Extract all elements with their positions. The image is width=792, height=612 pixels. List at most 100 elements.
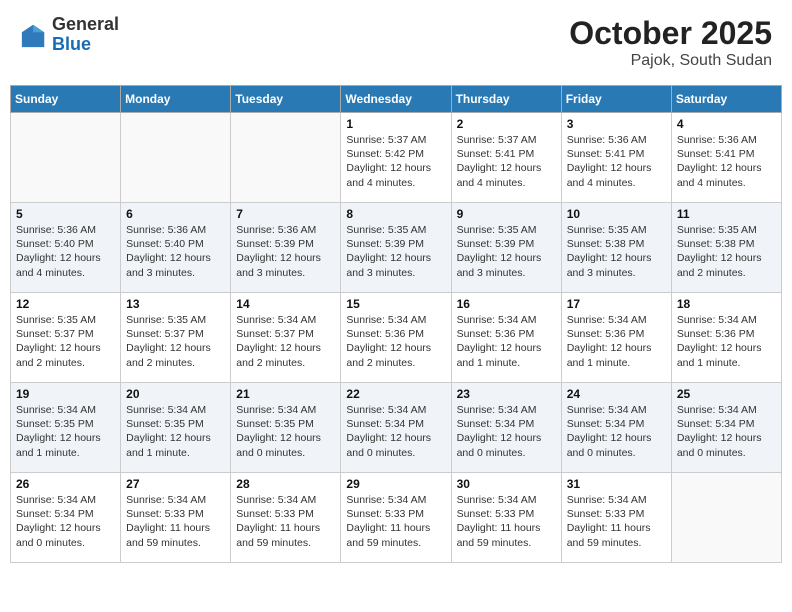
day-number: 3 <box>567 117 666 131</box>
day-number: 14 <box>236 297 335 311</box>
day-number: 18 <box>677 297 776 311</box>
day-info: Sunrise: 5:36 AM Sunset: 5:40 PM Dayligh… <box>16 223 115 280</box>
logo: General Blue <box>20 15 119 55</box>
day-number: 1 <box>346 117 445 131</box>
day-info: Sunrise: 5:35 AM Sunset: 5:38 PM Dayligh… <box>677 223 776 280</box>
day-info: Sunrise: 5:34 AM Sunset: 5:33 PM Dayligh… <box>236 493 335 550</box>
calendar-cell: 22 Sunrise: 5:34 AM Sunset: 5:34 PM Dayli… <box>341 383 451 473</box>
calendar-cell: 19Sunrise: 5:34 AM Sunset: 5:35 PM Dayli… <box>11 383 121 473</box>
calendar-cell: 10 Sunrise: 5:35 AM Sunset: 5:38 PM Dayli… <box>561 203 671 293</box>
calendar-cell: 12 Sunrise: 5:35 AM Sunset: 5:37 PM Dayli… <box>11 293 121 383</box>
calendar-cell: 31 Sunrise: 5:34 AM Sunset: 5:33 PM Dayli… <box>561 473 671 563</box>
calendar-cell: 16 Sunrise: 5:34 AM Sunset: 5:36 PM Dayli… <box>451 293 561 383</box>
calendar-cell: 18Sunrise: 5:34 AM Sunset: 5:36 PM Dayli… <box>671 293 781 383</box>
calendar-week-5: 26 Sunrise: 5:34 AM Sunset: 5:34 PM Dayli… <box>11 473 782 563</box>
calendar-cell: 28Sunrise: 5:34 AM Sunset: 5:33 PM Dayli… <box>231 473 341 563</box>
calendar-week-3: 12 Sunrise: 5:35 AM Sunset: 5:37 PM Dayli… <box>11 293 782 383</box>
calendar-cell: 13Sunrise: 5:35 AM Sunset: 5:37 PM Dayli… <box>121 293 231 383</box>
day-number: 12 <box>16 297 115 311</box>
weekday-header-row: SundayMondayTuesdayWednesdayThursdayFrid… <box>11 86 782 113</box>
day-number: 4 <box>677 117 776 131</box>
day-number: 31 <box>567 477 666 491</box>
day-info: Sunrise: 5:35 AM Sunset: 5:39 PM Dayligh… <box>457 223 556 280</box>
calendar-cell: 20 Sunrise: 5:34 AM Sunset: 5:35 PM Dayli… <box>121 383 231 473</box>
calendar-week-2: 5Sunrise: 5:36 AM Sunset: 5:40 PM Daylig… <box>11 203 782 293</box>
calendar-cell: 7 Sunrise: 5:36 AM Sunset: 5:39 PM Daylig… <box>231 203 341 293</box>
day-info: Sunrise: 5:34 AM Sunset: 5:35 PM Dayligh… <box>16 403 115 460</box>
weekday-header-saturday: Saturday <box>671 86 781 113</box>
calendar-cell: 21 Sunrise: 5:34 AM Sunset: 5:35 PM Dayli… <box>231 383 341 473</box>
calendar-cell: 30Sunrise: 5:34 AM Sunset: 5:33 PM Dayli… <box>451 473 561 563</box>
calendar-cell: 6Sunrise: 5:36 AM Sunset: 5:40 PM Daylig… <box>121 203 231 293</box>
calendar-cell: 26 Sunrise: 5:34 AM Sunset: 5:34 PM Dayli… <box>11 473 121 563</box>
day-number: 15 <box>346 297 445 311</box>
day-number: 24 <box>567 387 666 401</box>
day-info: Sunrise: 5:37 AM Sunset: 5:41 PM Dayligh… <box>457 133 556 190</box>
calendar-cell: 2 Sunrise: 5:37 AM Sunset: 5:41 PM Daylig… <box>451 113 561 203</box>
day-number: 13 <box>126 297 225 311</box>
calendar-cell: 4 Sunrise: 5:36 AM Sunset: 5:41 PM Daylig… <box>671 113 781 203</box>
day-info: Sunrise: 5:36 AM Sunset: 5:41 PM Dayligh… <box>567 133 666 190</box>
day-number: 16 <box>457 297 556 311</box>
calendar-cell: 3 Sunrise: 5:36 AM Sunset: 5:41 PM Daylig… <box>561 113 671 203</box>
calendar-cell <box>121 113 231 203</box>
day-number: 21 <box>236 387 335 401</box>
day-info: Sunrise: 5:34 AM Sunset: 5:33 PM Dayligh… <box>346 493 445 550</box>
page-subtitle: Pajok, South Sudan <box>569 52 772 70</box>
logo-text: General Blue <box>52 15 119 55</box>
day-info: Sunrise: 5:36 AM Sunset: 5:41 PM Dayligh… <box>677 133 776 190</box>
day-info: Sunrise: 5:34 AM Sunset: 5:36 PM Dayligh… <box>457 313 556 370</box>
title-block: October 2025 Pajok, South Sudan <box>569 15 772 70</box>
day-info: Sunrise: 5:34 AM Sunset: 5:34 PM Dayligh… <box>346 403 445 460</box>
calendar-cell: 27Sunrise: 5:34 AM Sunset: 5:33 PM Dayli… <box>121 473 231 563</box>
calendar-cell: 11 Sunrise: 5:35 AM Sunset: 5:38 PM Dayli… <box>671 203 781 293</box>
day-number: 26 <box>16 477 115 491</box>
day-number: 25 <box>677 387 776 401</box>
day-number: 23 <box>457 387 556 401</box>
day-info: Sunrise: 5:34 AM Sunset: 5:34 PM Dayligh… <box>16 493 115 550</box>
day-info: Sunrise: 5:35 AM Sunset: 5:38 PM Dayligh… <box>567 223 666 280</box>
calendar-table: SundayMondayTuesdayWednesdayThursdayFrid… <box>10 85 782 563</box>
calendar-cell: 17Sunrise: 5:34 AM Sunset: 5:36 PM Dayli… <box>561 293 671 383</box>
day-number: 30 <box>457 477 556 491</box>
weekday-header-thursday: Thursday <box>451 86 561 113</box>
day-number: 6 <box>126 207 225 221</box>
calendar-cell: 24 Sunrise: 5:34 AM Sunset: 5:34 PM Dayli… <box>561 383 671 473</box>
day-number: 11 <box>677 207 776 221</box>
day-info: Sunrise: 5:34 AM Sunset: 5:34 PM Dayligh… <box>457 403 556 460</box>
calendar-cell: 25 Sunrise: 5:34 AM Sunset: 5:34 PM Dayli… <box>671 383 781 473</box>
day-info: Sunrise: 5:34 AM Sunset: 5:35 PM Dayligh… <box>236 403 335 460</box>
calendar-cell: 1Sunrise: 5:37 AM Sunset: 5:42 PM Daylig… <box>341 113 451 203</box>
calendar-week-4: 19Sunrise: 5:34 AM Sunset: 5:35 PM Dayli… <box>11 383 782 473</box>
weekday-header-wednesday: Wednesday <box>341 86 451 113</box>
weekday-header-tuesday: Tuesday <box>231 86 341 113</box>
calendar-week-1: 1Sunrise: 5:37 AM Sunset: 5:42 PM Daylig… <box>11 113 782 203</box>
day-info: Sunrise: 5:34 AM Sunset: 5:34 PM Dayligh… <box>677 403 776 460</box>
calendar-cell <box>671 473 781 563</box>
day-number: 29 <box>346 477 445 491</box>
day-info: Sunrise: 5:34 AM Sunset: 5:33 PM Dayligh… <box>567 493 666 550</box>
day-info: Sunrise: 5:36 AM Sunset: 5:39 PM Dayligh… <box>236 223 335 280</box>
calendar-cell: 5Sunrise: 5:36 AM Sunset: 5:40 PM Daylig… <box>11 203 121 293</box>
calendar-cell: 29 Sunrise: 5:34 AM Sunset: 5:33 PM Dayli… <box>341 473 451 563</box>
day-info: Sunrise: 5:35 AM Sunset: 5:39 PM Dayligh… <box>346 223 445 280</box>
day-number: 7 <box>236 207 335 221</box>
logo-general: General <box>52 15 119 35</box>
weekday-header-sunday: Sunday <box>11 86 121 113</box>
calendar-cell: 14Sunrise: 5:34 AM Sunset: 5:37 PM Dayli… <box>231 293 341 383</box>
day-number: 10 <box>567 207 666 221</box>
day-number: 20 <box>126 387 225 401</box>
day-number: 2 <box>457 117 556 131</box>
day-number: 8 <box>346 207 445 221</box>
day-info: Sunrise: 5:34 AM Sunset: 5:34 PM Dayligh… <box>567 403 666 460</box>
calendar-cell: 23 Sunrise: 5:34 AM Sunset: 5:34 PM Dayli… <box>451 383 561 473</box>
calendar-cell <box>231 113 341 203</box>
day-info: Sunrise: 5:34 AM Sunset: 5:35 PM Dayligh… <box>126 403 225 460</box>
calendar-cell: 8 Sunrise: 5:35 AM Sunset: 5:39 PM Daylig… <box>341 203 451 293</box>
page-title: October 2025 <box>569 15 772 52</box>
header: General Blue October 2025 Pajok, South S… <box>10 10 782 75</box>
logo-blue: Blue <box>52 35 119 55</box>
weekday-header-friday: Friday <box>561 86 671 113</box>
day-info: Sunrise: 5:35 AM Sunset: 5:37 PM Dayligh… <box>16 313 115 370</box>
day-number: 22 <box>346 387 445 401</box>
